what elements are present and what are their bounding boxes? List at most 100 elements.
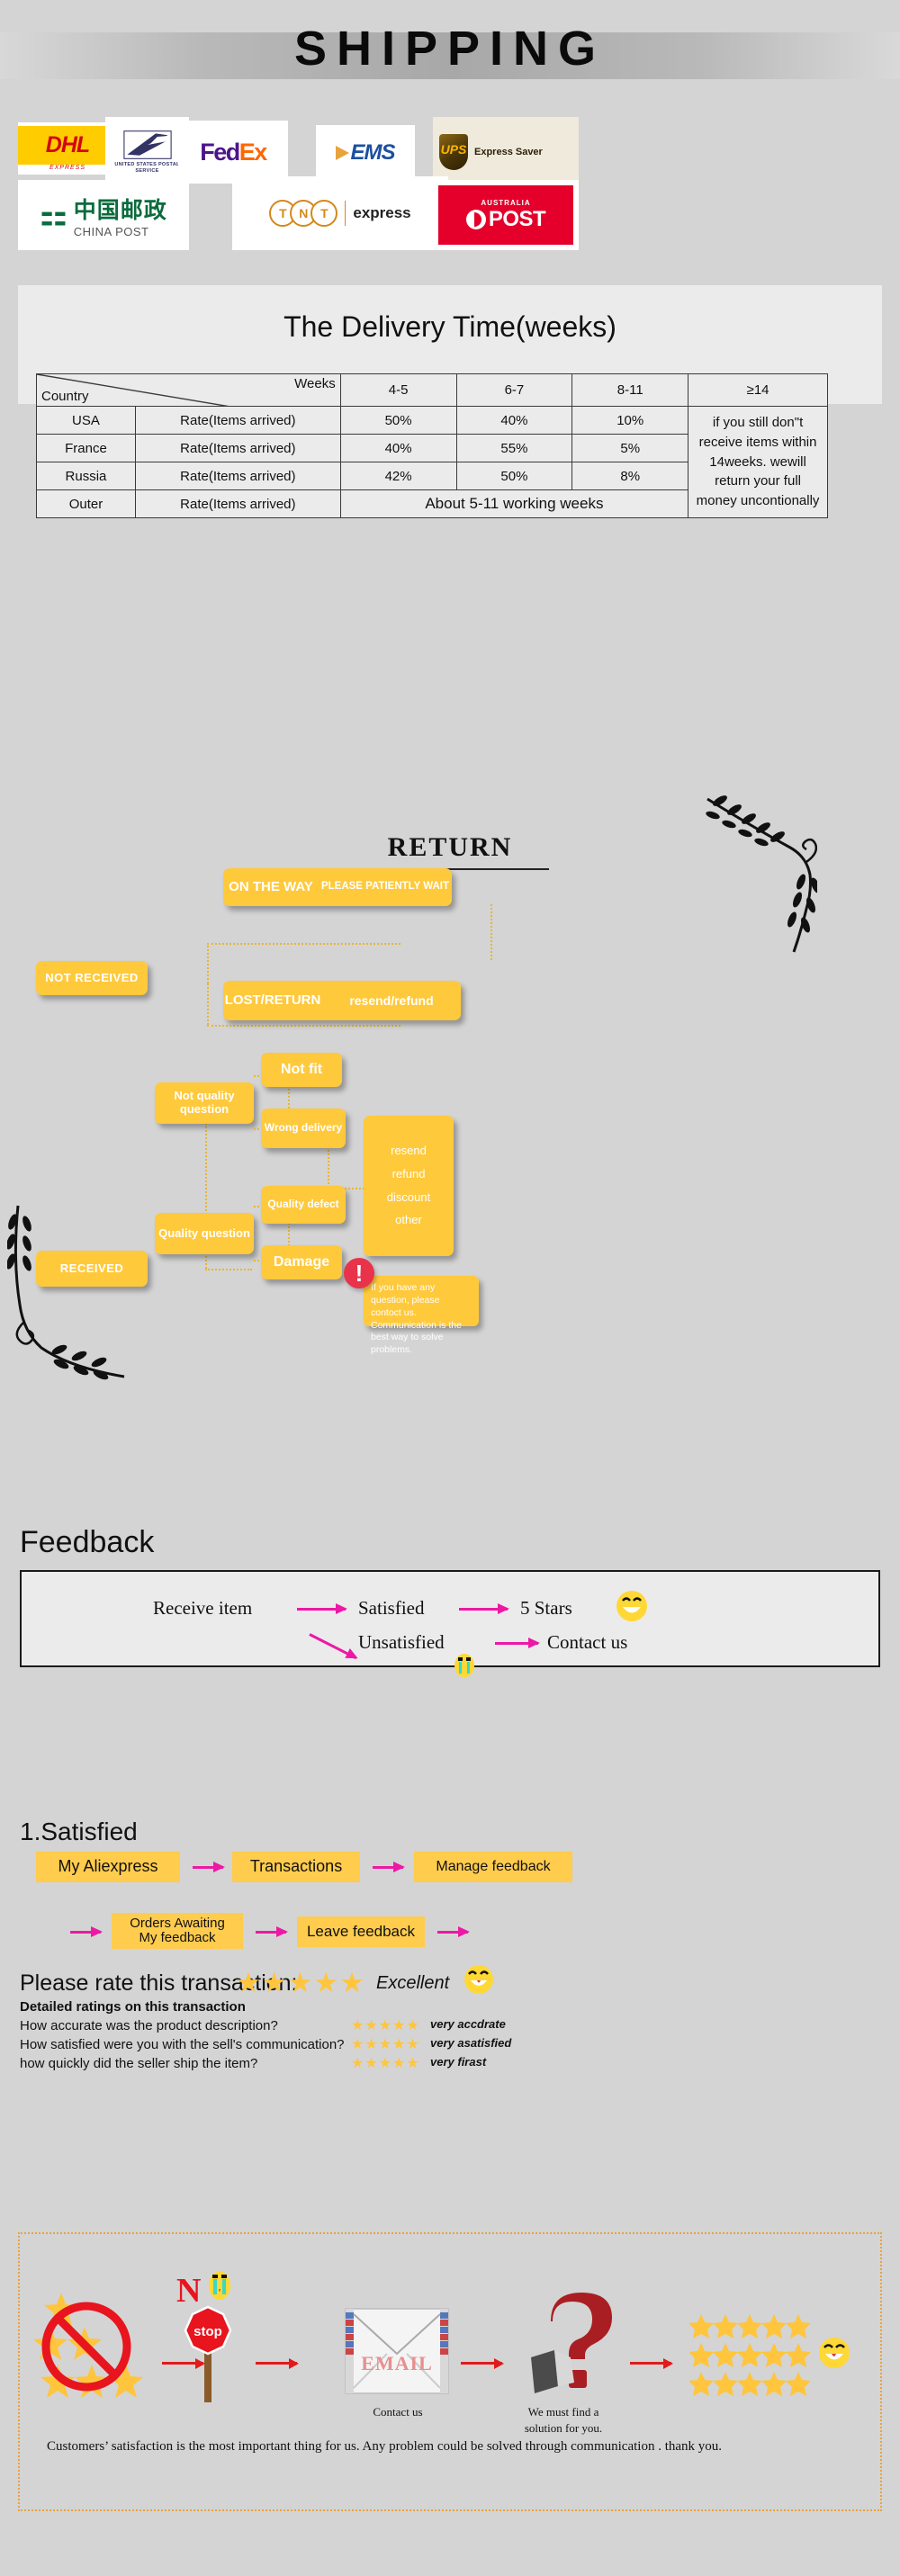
sad-face-icon bbox=[454, 1654, 474, 1677]
usps-label: UNITED STATES POSTAL SERVICE bbox=[114, 162, 180, 174]
connector-h-ontheway bbox=[207, 943, 400, 945]
connector-v-ontheway-lostreturn bbox=[490, 904, 492, 960]
page-title: SHIPPING bbox=[293, 22, 607, 76]
tnt-divider bbox=[345, 201, 346, 226]
caption-contact-us: Contact us bbox=[373, 2405, 423, 2419]
rating-prompt-stars[interactable]: ★★★★★ bbox=[236, 1967, 365, 1999]
arrow-step1-to-step2 bbox=[193, 1862, 225, 1872]
feedback-unsatisfied: Unsatisfied bbox=[358, 1631, 445, 1653]
china-post-label-en: CHINA POST bbox=[73, 224, 149, 238]
china-post-emblem-icon: ⚏ bbox=[40, 198, 68, 232]
rating-question-2: how quickly did the seller ship the item… bbox=[20, 2056, 258, 2071]
email-label: EMAIL bbox=[361, 2352, 433, 2374]
rating-label-1: very asatisfied bbox=[430, 2036, 512, 2050]
node-not-fit: Not fit bbox=[261, 1053, 342, 1087]
arrow-receive-to-satisfied bbox=[297, 1603, 347, 1614]
feedback-title: Feedback bbox=[20, 1525, 155, 1559]
tnt-sublabel: express bbox=[353, 204, 411, 221]
node-lost-return-action: resend/refund bbox=[349, 992, 434, 1008]
row-country-usa: USA bbox=[36, 406, 136, 435]
row-country-russia: Russia bbox=[36, 462, 136, 490]
rating-stars-0[interactable]: ★★★★★ bbox=[351, 2016, 420, 2034]
usps-logo: UNITED STATES POSTAL SERVICE bbox=[105, 117, 189, 187]
five-star-rating-icon bbox=[689, 2314, 811, 2396]
ems-logo: EMS bbox=[316, 125, 415, 181]
tnt-rings-icon: T N T bbox=[269, 200, 338, 227]
arrow-email-to-question bbox=[461, 2357, 504, 2369]
node-on-the-way-action: PLEASE PATIENTLY WAIT bbox=[320, 881, 450, 893]
outcome-resend: resend bbox=[391, 1143, 427, 1157]
cell-france-4-5: 40% bbox=[339, 434, 457, 462]
cell-russia-4-5: 42% bbox=[339, 462, 457, 490]
australia-post-main: POST bbox=[465, 206, 546, 232]
node-quality-defect: Quality defect bbox=[261, 1186, 346, 1224]
arrow-step2-to-step3 bbox=[373, 1862, 405, 1872]
row-rate-outer: Rate(Items arrived) bbox=[134, 489, 341, 518]
connector-h-lostreturn bbox=[207, 1025, 400, 1027]
node-on-the-way-label: ON THE WAY bbox=[229, 879, 313, 895]
fedex-logo: FedEx bbox=[178, 121, 288, 184]
step-transactions[interactable]: Transactions bbox=[232, 1852, 360, 1882]
week-col-2: 8-11 bbox=[572, 373, 689, 407]
crying-face-icon bbox=[209, 2271, 230, 2300]
step-my-aliexpress[interactable]: My Aliexpress bbox=[36, 1852, 180, 1882]
arrow-row2-exit bbox=[437, 1926, 470, 1937]
table-row: USA Rate(Items arrived) 50% 40% 10% if y… bbox=[36, 406, 828, 518]
arrow-question-to-stars bbox=[630, 2357, 673, 2369]
arrow-satisfied-to-stars bbox=[459, 1603, 509, 1614]
feedback-five-stars: 5 Stars bbox=[520, 1597, 572, 1619]
rating-label-2: very firast bbox=[430, 2055, 487, 2069]
vine-top-right-icon bbox=[706, 795, 817, 953]
dhl-logo: DHL EXPRESS bbox=[18, 122, 117, 175]
question-mark-icon bbox=[531, 2293, 612, 2393]
tnt-ring-t2: T bbox=[310, 200, 338, 227]
rating-question-1: How satisfied were you with the sell's c… bbox=[20, 2037, 345, 2052]
connector-v-notreceived-up bbox=[207, 943, 209, 983]
row-country-france: France bbox=[36, 434, 136, 462]
australia-post-label: POST bbox=[488, 206, 546, 231]
australia-post-plate: AUSTRALIA POST bbox=[438, 185, 573, 245]
feedback-frame bbox=[20, 1570, 880, 1667]
ups-shield-icon: UPS bbox=[439, 134, 468, 170]
satisfied-steps-title: 1.Satisfied bbox=[20, 1818, 138, 1845]
cell-france-8-11: 5% bbox=[572, 434, 689, 462]
rating-stars-2[interactable]: ★★★★★ bbox=[351, 2054, 420, 2072]
stop-label: stop bbox=[194, 2324, 222, 2339]
cell-france-6-7: 55% bbox=[455, 434, 573, 462]
table-corner-cell: Weeks Country bbox=[36, 373, 341, 407]
china-post-label-cn: 中国邮政 bbox=[73, 196, 167, 223]
australia-post-logo: AUSTRALIA POST bbox=[433, 180, 579, 250]
step-leave-feedback[interactable]: Leave feedback bbox=[297, 1916, 425, 1947]
cell-outer-span: About 5-11 working weeks bbox=[339, 489, 689, 518]
row-rate-usa: Rate(Items arrived) bbox=[134, 406, 341, 435]
step-manage-feedback[interactable]: Manage feedback bbox=[414, 1852, 572, 1882]
return-note: If you have any question, please contoct… bbox=[364, 1276, 479, 1355]
rating-prompt-label: Excellent bbox=[376, 1973, 450, 1993]
rating-label-0: very accdrate bbox=[430, 2017, 506, 2031]
smiling-face-icon bbox=[819, 2338, 850, 2368]
node-wrong-delivery: Wrong delivery bbox=[261, 1108, 346, 1148]
node-outcomes: resend refund discount other bbox=[364, 1116, 454, 1256]
happy-face-icon bbox=[616, 1591, 647, 1621]
cell-russia-6-7: 50% bbox=[455, 462, 573, 490]
rating-question-0: How accurate was the product description… bbox=[20, 2018, 278, 2033]
node-quality-question: Quality question bbox=[155, 1213, 254, 1254]
node-on-the-way: ON THE WAY PLEASE PATIENTLY WAIT bbox=[223, 868, 452, 906]
fedex-wordmark: FedEx bbox=[200, 139, 267, 166]
cell-usa-8-11: 10% bbox=[572, 406, 689, 435]
row-rate-france: Rate(Items arrived) bbox=[134, 434, 341, 462]
china-post-wrap: ⚏ 中国邮政 CHINA POST bbox=[40, 193, 167, 238]
node-damage: Damage bbox=[261, 1245, 342, 1279]
cell-usa-6-7: 40% bbox=[455, 406, 573, 435]
node-lost-return: LOST/RETURN resend/refund bbox=[223, 981, 461, 1020]
node-lost-return-label: LOST/RETURN bbox=[224, 992, 321, 1009]
cell-russia-8-11: 8% bbox=[572, 462, 689, 490]
cell-usa-4-5: 50% bbox=[339, 406, 457, 435]
outcome-discount: discount bbox=[386, 1189, 431, 1204]
arrow-no-to-stop bbox=[162, 2357, 205, 2369]
rating-subtitle: Detailed ratings on this transaction bbox=[20, 1999, 246, 2015]
australia-post-sublabel: AUSTRALIA bbox=[481, 198, 531, 207]
rating-stars-1[interactable]: ★★★★★ bbox=[351, 2035, 420, 2053]
delivery-time-table: Weeks Country 4-5 6-7 8-11 ≥14 USA Rate(… bbox=[36, 373, 828, 518]
step-orders-awaiting[interactable]: Orders Awaiting My feedback bbox=[112, 1913, 243, 1949]
